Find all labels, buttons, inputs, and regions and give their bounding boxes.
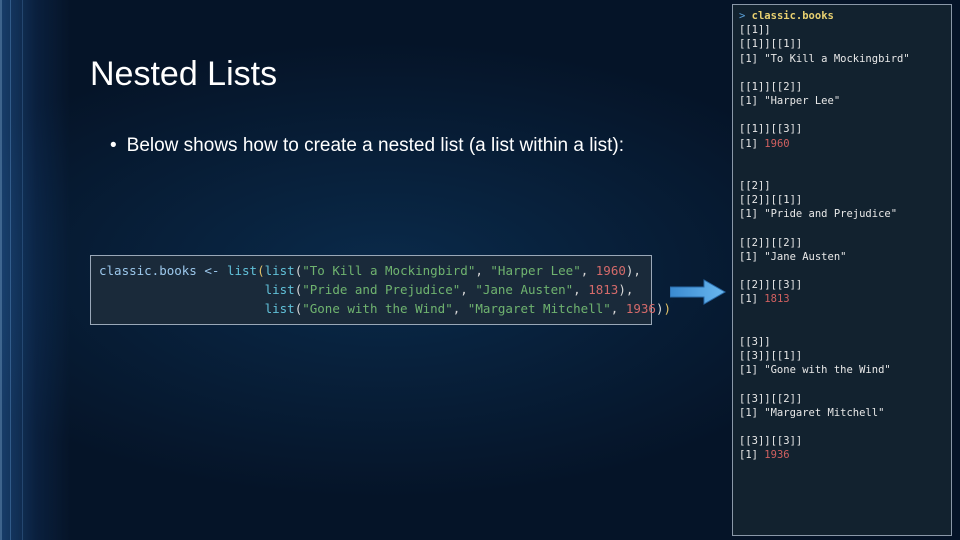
assign-op: <-	[204, 263, 219, 278]
arrow-icon	[670, 278, 726, 311]
list-fn: list	[227, 263, 257, 278]
bullet-line: • Below shows how to create a nested lis…	[90, 134, 700, 159]
bullet-icon: •	[110, 134, 117, 159]
console-output-panel: > classic.books [[1]] [[1]][[1]] [1] "To…	[732, 4, 952, 536]
main-content: Nested Lists • Below shows how to create…	[90, 55, 700, 159]
body-text: Below shows how to create a nested list …	[127, 134, 624, 159]
code-var: classic.books	[99, 263, 197, 278]
slide-left-decoration	[0, 0, 70, 540]
code-input-panel: classic.books <- list(list("To Kill a Mo…	[90, 255, 652, 325]
slide-title: Nested Lists	[90, 55, 700, 94]
